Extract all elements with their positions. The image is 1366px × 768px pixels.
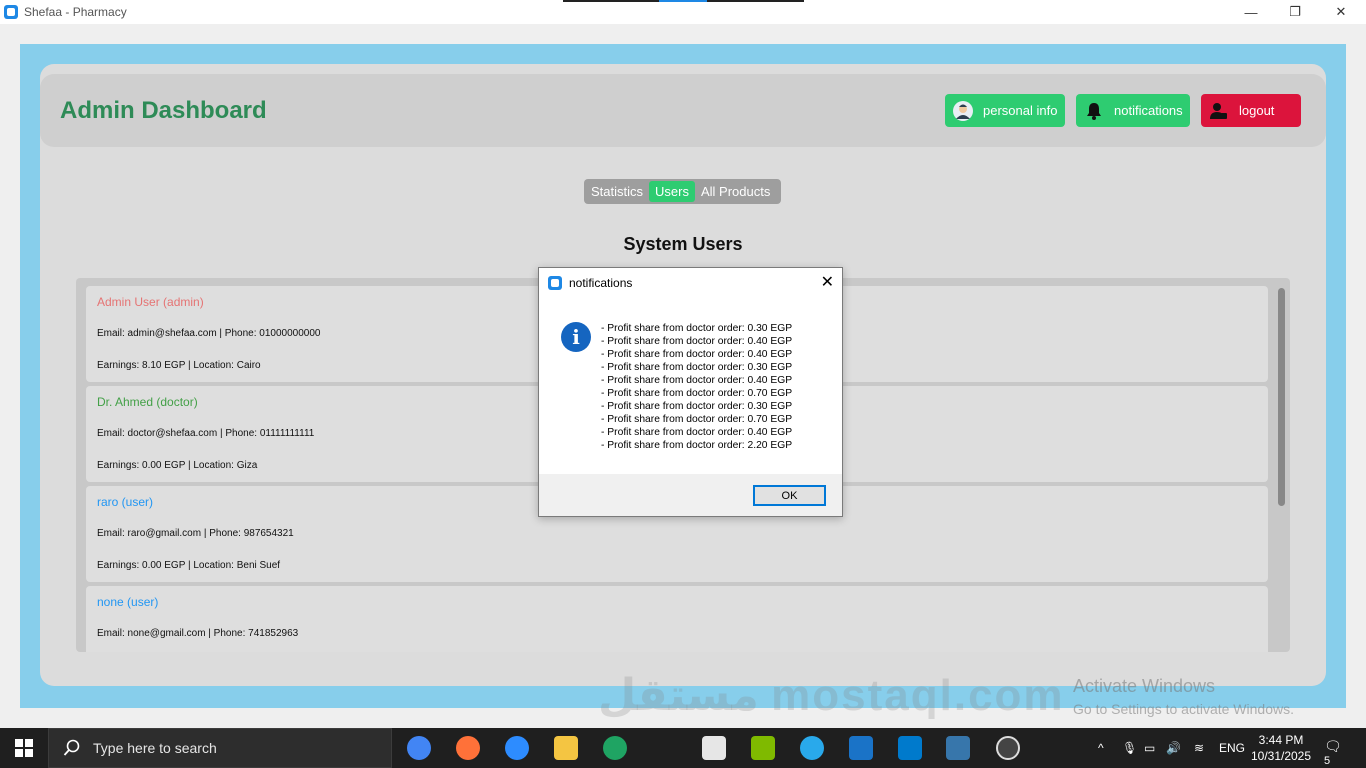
message-line: - Profit share from doctor order: 0.30 E… [601, 401, 793, 412]
user-avatar-icon [953, 100, 973, 121]
mail-icon[interactable] [702, 736, 726, 760]
python-icon[interactable] [946, 736, 970, 760]
tab-statistics[interactable]: Statistics [585, 181, 649, 202]
clock-time: 3:44 PM [1258, 733, 1304, 747]
dialog-close-button[interactable]: ✕ [821, 272, 834, 292]
taskbar-search[interactable]: Type here to search [48, 728, 392, 768]
dialog-title: notifications [569, 276, 633, 290]
page-title: Admin Dashboard [60, 97, 267, 124]
tab-bar: Statistics Users All Products [584, 179, 781, 204]
dialog-message: - Profit share from doctor order: 0.30 E… [601, 322, 792, 452]
notifications-label: notifications [1114, 103, 1183, 118]
message-line: - Profit share from doctor order: 0.40 E… [601, 375, 793, 386]
tab-all-products[interactable]: All Products [695, 181, 776, 202]
user-name: Admin User (admin) [97, 295, 204, 309]
chrome-icon[interactable] [407, 736, 431, 760]
message-line: - Profit share from doctor order: 2.20 E… [601, 440, 793, 451]
battery-icon[interactable]: ▭ [1144, 728, 1155, 768]
user-name: none (user) [97, 595, 159, 609]
dialog-app-icon [548, 276, 562, 290]
language-indicator[interactable]: ENG [1219, 728, 1245, 768]
obs-icon[interactable] [996, 736, 1020, 760]
message-line: - Profit share from doctor order: 0.70 E… [601, 388, 793, 399]
dashboard-header: Admin Dashboard personal info notificati… [40, 74, 1326, 147]
user-contact: Email: doctor@shefaa.com | Phone: 011111… [97, 428, 315, 439]
window-titlebar: Shefaa - Pharmacy — ❐ ✕ [0, 0, 1366, 24]
message-line: - Profit share from doctor order: 0.30 E… [601, 323, 793, 334]
title-strip [563, 0, 804, 2]
user-contact: Email: none@gmail.com | Phone: 741852963 [97, 628, 299, 639]
notification-center-icon[interactable]: 🗨5 [1324, 738, 1346, 767]
personal-info-label: personal info [983, 103, 1058, 118]
message-line: - Profit share from doctor order: 0.70 E… [601, 414, 793, 425]
message-line: - Profit share from doctor order: 0.30 E… [601, 362, 793, 373]
bell-icon [1084, 101, 1104, 121]
activate-subtitle: Go to Settings to activate Windows. [1073, 701, 1294, 717]
activate-title: Activate Windows [1073, 676, 1216, 696]
tab-users[interactable]: Users [649, 181, 695, 202]
minimize-button[interactable]: — [1228, 0, 1274, 24]
dialog-footer: OK [539, 474, 842, 516]
edge-icon[interactable] [603, 736, 627, 760]
restore-button[interactable]: ❐ [1272, 0, 1318, 24]
network-icon[interactable]: ≋ [1194, 728, 1204, 768]
telegram-icon[interactable] [800, 736, 824, 760]
search-placeholder: Type here to search [93, 740, 217, 756]
message-line: - Profit share from doctor order: 0.40 E… [601, 427, 793, 438]
clock-date: 10/31/2025 [1250, 749, 1312, 763]
section-title: System Users [623, 234, 743, 254]
activate-windows-notice: Activate Windows Go to Settings to activ… [1073, 676, 1294, 717]
user-contact: Email: raro@gmail.com | Phone: 987654321 [97, 528, 294, 539]
user-earnings: Earnings: 8.10 EGP | Location: Cairo [97, 360, 261, 371]
zoom-icon[interactable] [505, 736, 529, 760]
firefox-icon[interactable] [456, 736, 480, 760]
user-name: Dr. Ahmed (doctor) [97, 395, 198, 409]
user-name: raro (user) [97, 495, 154, 509]
logout-label: logout [1239, 103, 1275, 118]
microphone-icon[interactable]: 🎙 [1122, 728, 1137, 768]
app-fin-icon[interactable] [849, 736, 873, 760]
search-icon [63, 739, 80, 756]
logout-button[interactable]: logout [1201, 94, 1301, 127]
user-card: none (user) Email: none@gmail.com | Phon… [86, 586, 1268, 652]
user-contact: Email: admin@shefaa.com | Phone: 0100000… [97, 328, 321, 339]
info-icon: i [561, 322, 591, 352]
close-window-button[interactable]: ✕ [1318, 0, 1364, 24]
logout-user-icon [1209, 101, 1229, 121]
notifications-dialog: notifications ✕ i - Profit share from do… [538, 267, 843, 517]
tray-chevron-icon[interactable]: ^ [1098, 728, 1104, 768]
file-explorer-icon[interactable] [554, 736, 578, 760]
notifications-button[interactable]: notifications [1076, 94, 1190, 127]
ok-button[interactable]: OK [753, 485, 826, 506]
dialog-titlebar: notifications ✕ [539, 268, 842, 298]
window-title: Shefaa - Pharmacy [24, 5, 127, 19]
app-icon [4, 5, 18, 19]
user-earnings: Earnings: 0.00 EGP | Location: Beni Suef [97, 560, 281, 571]
notification-count: 5 [1324, 755, 1331, 767]
start-button[interactable] [0, 728, 48, 768]
windows-logo-icon [15, 739, 33, 757]
personal-info-button[interactable]: personal info [945, 94, 1065, 127]
watermark: مستقل mostaql.com [598, 671, 1065, 720]
vscode-icon[interactable] [898, 736, 922, 760]
message-line: - Profit share from doctor order: 0.40 E… [601, 349, 793, 360]
store-icon[interactable] [751, 736, 775, 760]
taskbar: Type here to search ^ 🎙 ▭ 🔊 ≋ ENG 3:44 P… [0, 728, 1366, 768]
taskbar-clock[interactable]: 3:44 PM 10/31/2025 [1248, 732, 1314, 764]
list-scrollbar[interactable] [1278, 288, 1285, 506]
message-line: - Profit share from doctor order: 0.40 E… [601, 336, 793, 347]
user-earnings: Earnings: 0.00 EGP | Location: Giza [97, 460, 258, 471]
volume-icon[interactable]: 🔊 [1166, 728, 1181, 768]
